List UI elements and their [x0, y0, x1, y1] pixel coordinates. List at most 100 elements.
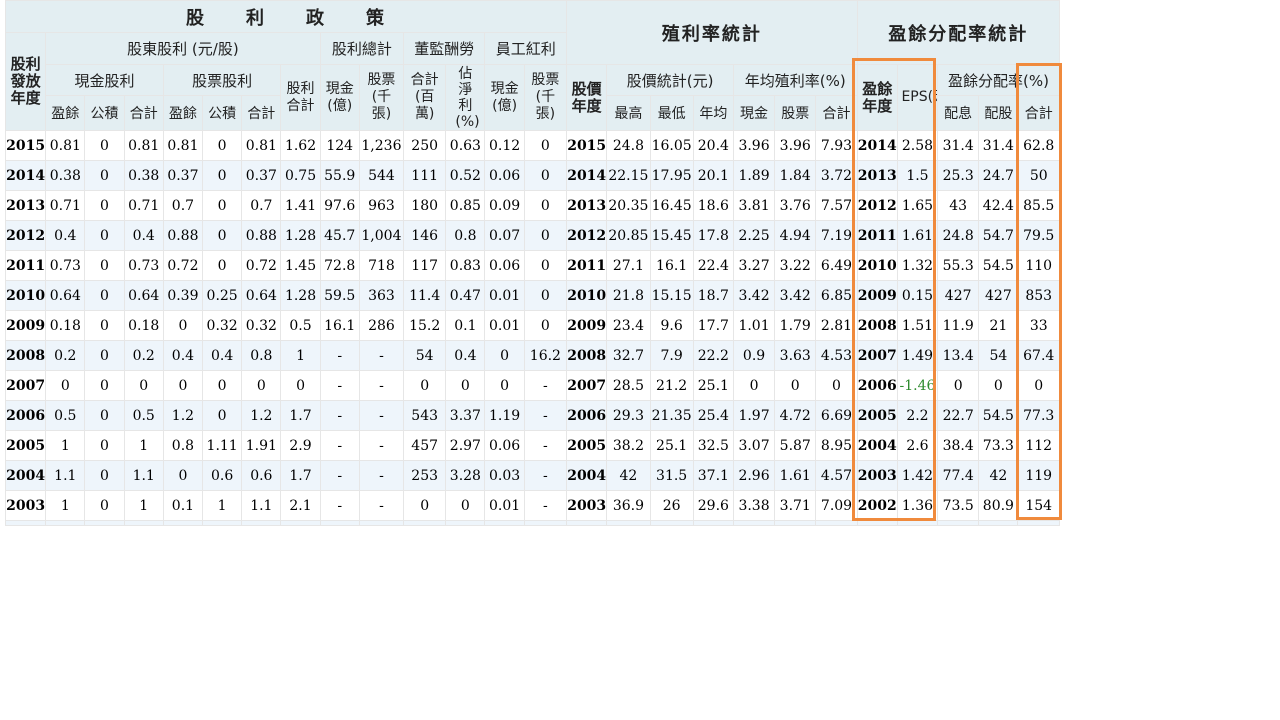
header-cash-reserve: 公積	[84, 95, 125, 131]
table-cell: 16.2	[523, 340, 568, 371]
table-cell: 3.96	[774, 130, 817, 161]
table-cell: 2.6	[896, 430, 939, 461]
table-cell: 427	[937, 280, 980, 311]
table-cell: 2014	[566, 160, 608, 191]
table-cell: 1.61	[896, 220, 939, 251]
table-cell: 0.03	[484, 460, 525, 491]
spacer-cell	[856, 520, 898, 526]
table-cell: 0.81	[123, 130, 164, 161]
table-cell: 0	[523, 220, 568, 251]
table-cell: 1.45	[280, 250, 321, 281]
table-cell: 11.9	[937, 310, 980, 341]
table-cell: 1.91	[241, 430, 282, 461]
header-yield-cash: 現金	[732, 95, 776, 131]
header-stock-reserve: 公積	[202, 95, 243, 131]
table-cell: 4.57	[815, 460, 858, 491]
table-cell: 0.09	[484, 190, 525, 221]
table-cell: 6.69	[815, 400, 858, 431]
header-payout-sum: 合計	[1017, 95, 1060, 131]
table-cell: 0.73	[45, 250, 86, 281]
table-cell: 0.1	[162, 490, 204, 521]
table-cell: 0	[484, 370, 525, 401]
table-cell: 1.5	[896, 160, 939, 191]
table-cell: 457	[403, 430, 447, 461]
table-cell: 0.63	[445, 130, 486, 161]
table-cell: 3.71	[774, 490, 817, 521]
table-cell: 2011	[4, 250, 47, 281]
table-cell: 27.1	[606, 250, 651, 281]
table-cell: 1	[202, 490, 243, 521]
header-dividend-sum-label: 股利合計	[286, 80, 315, 114]
table-cell: 0	[732, 370, 776, 401]
table-cell: 0.71	[123, 190, 164, 221]
table-cell: 0.81	[162, 130, 204, 161]
spacer-cell	[241, 520, 282, 526]
table-cell: 54.5	[978, 250, 1019, 281]
table-cell: 0.4	[445, 340, 486, 371]
table-cell: 0	[162, 370, 204, 401]
table-cell: -	[523, 400, 568, 431]
table-cell: 0.8	[445, 220, 486, 251]
table-cell: 54	[978, 340, 1019, 371]
spacer-cell	[403, 520, 447, 526]
table-cell: -	[358, 340, 405, 371]
table-cell: 2002	[856, 490, 898, 521]
table-cell: 16.1	[319, 310, 360, 341]
header-stock-dividend: 股票股利	[162, 64, 282, 96]
table-cell: 31.4	[978, 130, 1019, 161]
table-cell: 1.42	[896, 460, 939, 491]
table-cell: 0.7	[162, 190, 204, 221]
table-body: 2015 0.81 0 0.81 0.81 0 0.81 1.62 124 1,236 250 0.6…	[4, 130, 1060, 526]
table-cell: 2.58	[896, 130, 939, 161]
table-cell: -	[358, 430, 405, 461]
header-employee-cash: 現金(億)	[484, 64, 525, 131]
table-cell: 85.5	[1017, 190, 1060, 221]
table-cell: 2007	[566, 370, 608, 401]
table-cell: 1.41	[280, 190, 321, 221]
table-cell: 2007	[4, 370, 47, 401]
table-cell: 80.9	[978, 490, 1019, 521]
table-row: 2010 0.64 0 0.64 0.39 0.25 0.64 1.28 59.5 363 11.4…	[4, 280, 1060, 311]
header-payout-stockdist: 配股	[978, 95, 1019, 131]
table-cell: 37.1	[692, 460, 734, 491]
table-cell: -	[358, 370, 405, 401]
spacer-cell	[815, 520, 858, 526]
table-cell: 21.8	[606, 280, 651, 311]
table-cell: 0	[84, 460, 125, 491]
table-row: 2014 0.38 0 0.38 0.37 0 0.37 0.75 55.9 544 111 0.52…	[4, 160, 1060, 191]
table-cell: 0	[978, 370, 1019, 401]
table-cell: 0.25	[202, 280, 243, 311]
spacer-cell	[202, 520, 243, 526]
header-cash-total: 現金(億)	[319, 64, 360, 131]
table-cell: 0	[523, 250, 568, 281]
header-dividend-policy: 股 利 政 策	[4, 0, 568, 33]
table-cell: 2015	[566, 130, 608, 161]
table-cell: 0.32	[202, 310, 243, 341]
table-cell: 0	[84, 430, 125, 461]
spacer-cell	[484, 520, 525, 526]
table-cell: 0	[84, 280, 125, 311]
table-cell: 0.38	[123, 160, 164, 191]
table-cell: 0.01	[484, 310, 525, 341]
table-cell: 25.4	[692, 400, 734, 431]
table-cell: 1.49	[896, 340, 939, 371]
table-cell: 2011	[566, 250, 608, 281]
table-cell: 0.64	[241, 280, 282, 311]
table-cell: 2.2	[896, 400, 939, 431]
table-cell: 6.49	[815, 250, 858, 281]
header-eps-label: EPS(元)	[901, 89, 936, 105]
table-cell: 25.3	[937, 160, 980, 191]
table-cell: 73.3	[978, 430, 1019, 461]
header-director-sum: 合計(百萬)	[403, 64, 447, 131]
table-cell: 0	[523, 160, 568, 191]
table-cell: 1.36	[896, 490, 939, 521]
table-cell: 7.19	[815, 220, 858, 251]
table-cell: 0.06	[484, 430, 525, 461]
table-cell: 0.07	[484, 220, 525, 251]
table-cell: 0	[84, 370, 125, 401]
table-cell: -	[319, 430, 360, 461]
table-cell: 2012	[566, 220, 608, 251]
table-cell: 2013	[856, 160, 898, 191]
table-cell: 2005	[4, 430, 47, 461]
table-cell: 0.72	[162, 250, 204, 281]
